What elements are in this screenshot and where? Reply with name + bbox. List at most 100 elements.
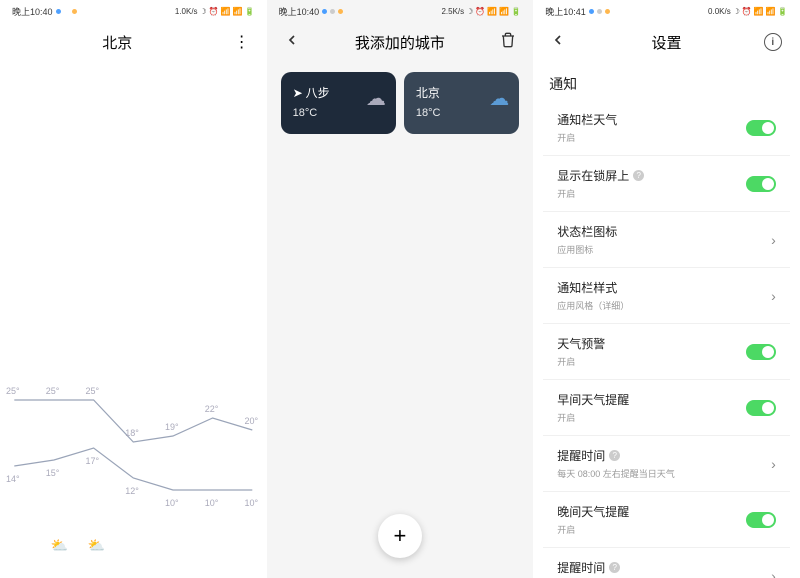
- battery-icon: 🔋: [778, 7, 788, 16]
- setting-label: 通知栏样式: [557, 279, 771, 296]
- toggle-switch[interactable]: [746, 120, 776, 136]
- forecast-day: 周四: [189, 520, 226, 533]
- setting-row[interactable]: 通知栏样式应用风格（详细）›: [543, 268, 790, 324]
- forecast-condition: 晴: [4, 557, 41, 570]
- setting-text: 天气预警开启: [557, 335, 746, 368]
- section-title: 通知: [533, 62, 800, 100]
- info-icon[interactable]: i: [764, 33, 786, 51]
- forecast-chart[interactable]: 25°25°25°18°19°22°20°14°15°17°12°10°10°1…: [0, 360, 267, 500]
- cloud-icon: ☁: [489, 86, 509, 111]
- header: 我添加的城市: [267, 22, 534, 62]
- sun-icon: ☀: [189, 537, 226, 554]
- setting-label: 天气预警: [557, 335, 746, 352]
- setting-row[interactable]: 提醒时间? 每天 08:00 左右提醒当日天气›: [543, 436, 790, 492]
- chart-point-label: 10°: [205, 498, 219, 508]
- settings-list: 通知栏天气开启显示在锁屏上?开启状态栏图标应用图标›通知栏样式应用风格（详细）›…: [543, 100, 790, 578]
- status-time: 晚上10:40: [279, 5, 320, 18]
- setting-row[interactable]: 天气预警开启: [543, 324, 790, 380]
- wifi-icon: 📶: [499, 7, 509, 16]
- forecast-cell[interactable]: 周日⛅多云: [41, 520, 78, 570]
- setting-label: 早间天气提醒: [557, 391, 746, 408]
- setting-label: 状态栏图标: [557, 223, 771, 240]
- forecast-day: 今天: [4, 520, 41, 533]
- status-dot-icon: [605, 9, 610, 14]
- city-card[interactable]: ➤八步18°C☁: [281, 72, 396, 134]
- chart-point-label: 22°: [205, 404, 219, 414]
- toggle-switch[interactable]: [746, 400, 776, 416]
- add-city-button[interactable]: +: [378, 514, 422, 558]
- forecast-cell[interactable]: 周三☁阴: [152, 520, 189, 570]
- forecast-day: 周五: [226, 520, 263, 533]
- cloud-icon: ☁: [152, 537, 189, 554]
- setting-row[interactable]: 提醒时间?每天 21:00 左右提醒次日天气›: [543, 548, 790, 578]
- forecast-cell[interactable]: 周五 ☀ 晴: [226, 520, 263, 570]
- help-icon[interactable]: ?: [609, 450, 620, 461]
- forecast-condition: 晴: [189, 557, 226, 570]
- setting-row[interactable]: 早间天气提醒开启: [543, 380, 790, 436]
- forecast-cell[interactable]: 周一⛅多云: [78, 520, 115, 570]
- forecast-cell[interactable]: 周二🌧小雨: [115, 520, 152, 570]
- forecast-row[interactable]: 今天☀晴周日⛅多云周一⛅多云周二🌧小雨周三☁阴周四☀晴周五☀晴: [0, 520, 267, 570]
- setting-label: 提醒时间?: [557, 447, 771, 464]
- forecast-day: 周日: [41, 520, 78, 533]
- help-icon[interactable]: ?: [609, 562, 620, 573]
- forecast-day: 周二: [115, 520, 152, 533]
- help-icon[interactable]: ?: [633, 170, 644, 181]
- forecast-condition: 阴: [152, 557, 189, 570]
- setting-text: 提醒时间?每天 21:00 左右提醒次日天气: [557, 559, 771, 578]
- setting-sub: 应用风格（详细）: [557, 299, 771, 312]
- chart-point-label: 12°: [125, 486, 139, 496]
- toggle-switch[interactable]: [746, 344, 776, 360]
- back-icon[interactable]: [281, 32, 303, 53]
- setting-row[interactable]: 通知栏天气开启: [543, 100, 790, 156]
- status-net: 2.5K/s: [441, 7, 464, 16]
- chart-point-label: 15°: [46, 468, 60, 478]
- chevron-right-icon: ›: [771, 288, 776, 304]
- status-bar: 晚上10:41 0.0K/s ☽ ⏰ 📶 📶 🔋: [533, 0, 800, 22]
- alarm-icon: ⏰: [475, 7, 485, 16]
- setting-row[interactable]: 显示在锁屏上?开启: [543, 156, 790, 212]
- forecast-condition: 多云: [41, 557, 78, 570]
- location-icon: ➤: [293, 86, 303, 100]
- setting-sub: 开启: [557, 523, 746, 536]
- forecast-cell[interactable]: 周四 ☀ 晴: [189, 520, 226, 570]
- city-grid: ➤八步18°C☁北京18°C☁: [267, 62, 534, 144]
- chart-point-label: 10°: [165, 498, 179, 508]
- setting-text: 通知栏天气开启: [557, 111, 746, 144]
- setting-label: 提醒时间?: [557, 559, 771, 576]
- status-dot-icon: [338, 9, 343, 14]
- chart-point-label: 18°: [125, 428, 139, 438]
- back-icon[interactable]: [547, 32, 569, 53]
- setting-sub: 开启: [557, 131, 746, 144]
- sun-icon: ☀: [226, 537, 263, 554]
- toggle-switch[interactable]: [746, 176, 776, 192]
- chart-point-label: 20°: [245, 416, 259, 426]
- city-card[interactable]: 北京18°C☁: [404, 72, 519, 134]
- setting-sub: 开启: [557, 411, 746, 424]
- header: 设置 i: [533, 22, 800, 62]
- forecast-cell[interactable]: 今天☀晴: [4, 520, 41, 570]
- chevron-right-icon: ›: [771, 456, 776, 472]
- forecast-condition: 多云: [78, 557, 115, 570]
- delete-icon[interactable]: [497, 32, 519, 53]
- forecast-condition: 晴: [226, 557, 263, 570]
- setting-row[interactable]: 状态栏图标应用图标›: [543, 212, 790, 268]
- chart-point-label: 10°: [245, 498, 259, 508]
- wifi-icon: 📶: [766, 7, 776, 16]
- setting-label: 显示在锁屏上?: [557, 167, 746, 184]
- status-time: 晚上10:41: [545, 5, 586, 18]
- temperature-value: 18°: [104, 107, 162, 172]
- settings-screen: 晚上10:41 0.0K/s ☽ ⏰ 📶 📶 🔋 设置 i 通知 通知栏天气开启…: [533, 0, 800, 578]
- setting-text: 显示在锁屏上?开启: [557, 167, 746, 200]
- status-dot-icon: [330, 9, 335, 14]
- setting-sub: 每天 08:00 左右提醒当日天气: [557, 467, 771, 480]
- setting-row[interactable]: 晚间天气提醒开启: [543, 492, 790, 548]
- status-dot-icon: [597, 9, 602, 14]
- air-quality-badge[interactable]: 空气良: [108, 227, 158, 250]
- setting-text: 通知栏样式应用风格（详细）: [557, 279, 771, 312]
- toggle-switch[interactable]: [746, 512, 776, 528]
- setting-text: 晚间天气提醒开启: [557, 503, 746, 536]
- status-net: 0.0K/s: [708, 7, 731, 16]
- forecast-condition: 小雨: [115, 557, 152, 570]
- status-dot-icon: [589, 9, 594, 14]
